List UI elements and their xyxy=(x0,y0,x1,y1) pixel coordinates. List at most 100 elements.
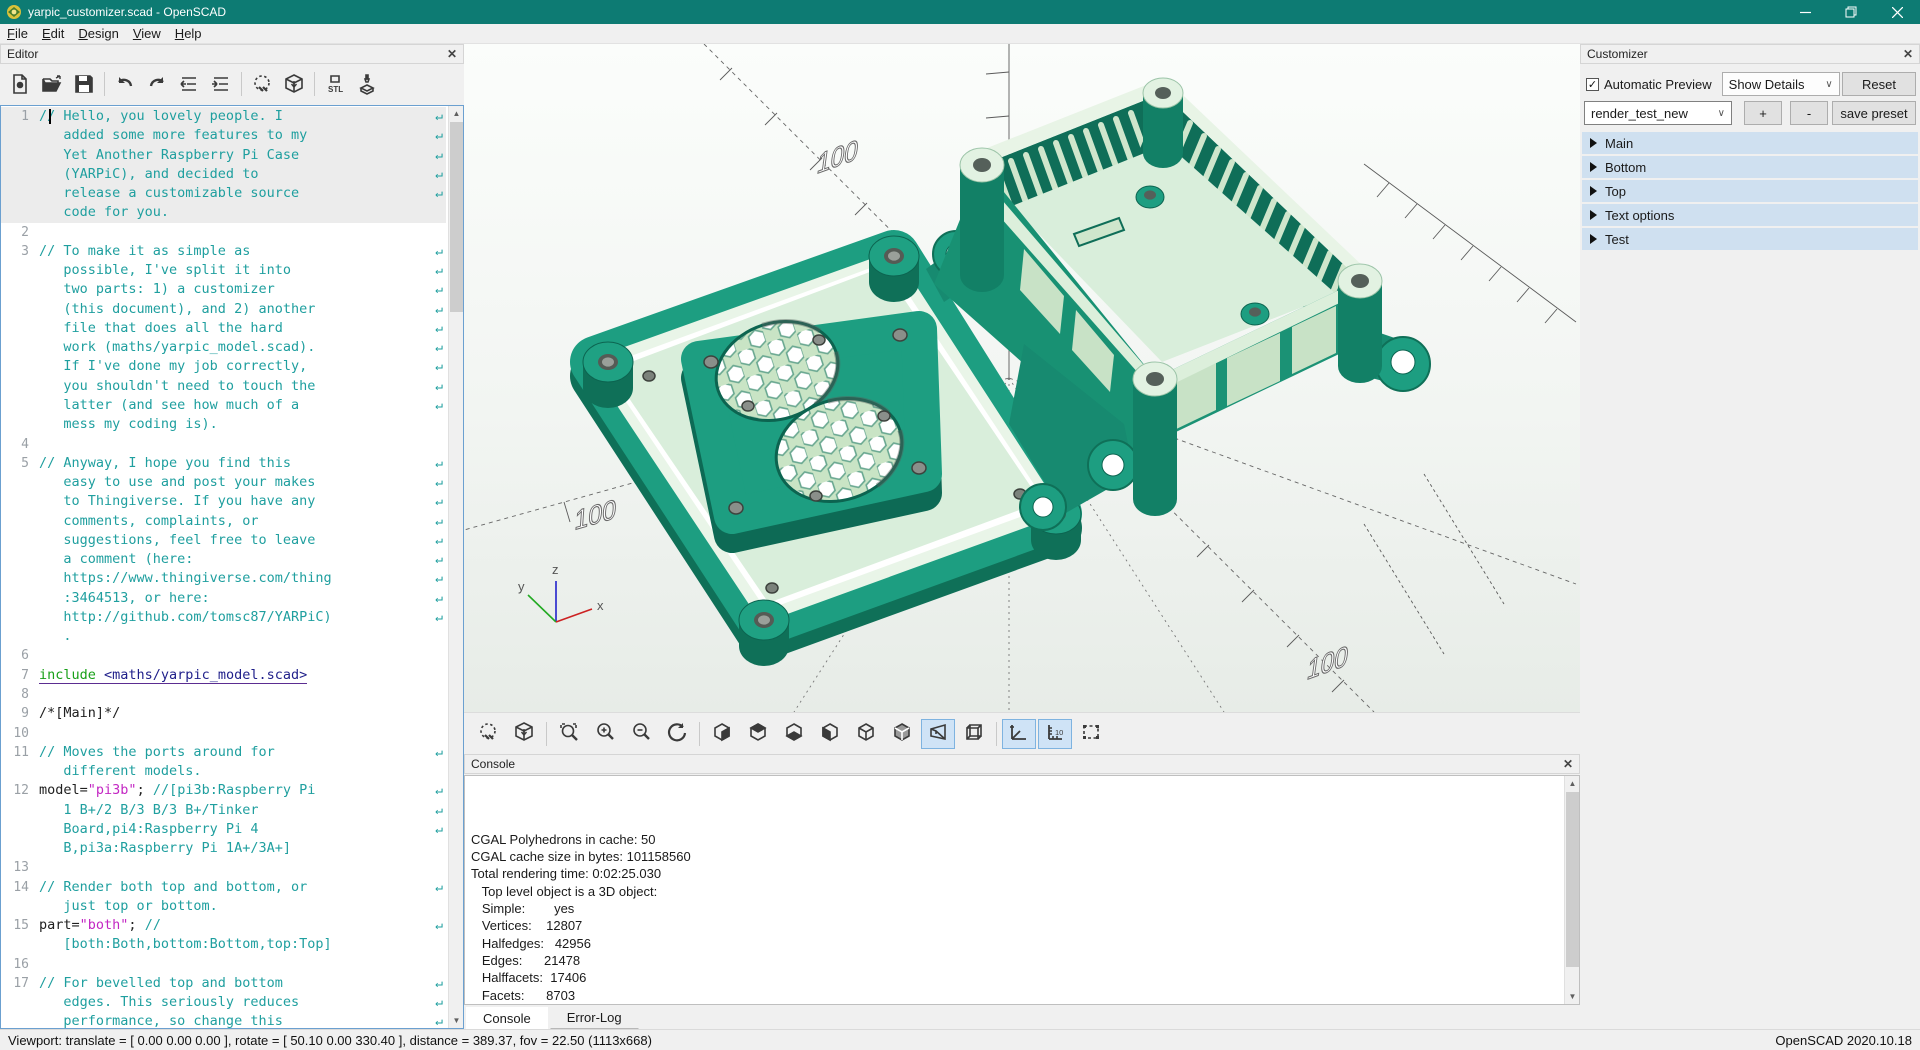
line-number: 1 xyxy=(1,107,39,126)
view-front-button[interactable] xyxy=(849,719,883,749)
show-axes-button[interactable] xyxy=(1002,719,1036,749)
menu-edit[interactable]: Edit xyxy=(35,24,71,43)
open-file-button[interactable] xyxy=(36,69,68,99)
zoom-in-button[interactable] xyxy=(588,719,622,749)
section-top[interactable]: Top xyxy=(1582,180,1918,202)
code-row: [both:Both,bottom:Bottom,top:Top] xyxy=(1,935,446,954)
3d-viewport[interactable]: 100 100 100 xyxy=(464,44,1580,712)
line-number: 5 xyxy=(1,454,39,473)
line-number xyxy=(1,512,39,531)
section-main[interactable]: Main xyxy=(1582,132,1918,154)
indent-button[interactable] xyxy=(205,69,237,99)
code-row: 14// Render both top and bottom, or↵ xyxy=(1,878,446,897)
console-title: Console xyxy=(471,757,515,771)
line-number xyxy=(1,319,39,338)
show-edges-button[interactable] xyxy=(1074,719,1108,749)
show-axes-icon xyxy=(1008,721,1030,746)
line-number xyxy=(1,993,39,1012)
perspective-button[interactable] xyxy=(921,719,955,749)
code-row: just top or bottom. xyxy=(1,897,446,916)
triangle-right-icon xyxy=(1590,162,1597,172)
zoom-out-button[interactable] xyxy=(624,719,658,749)
console-scroll-thumb[interactable] xyxy=(1566,792,1579,967)
view-left-button[interactable] xyxy=(813,719,847,749)
line-wrap-icon: ↵ xyxy=(435,242,443,261)
scroll-up-icon[interactable]: ▲ xyxy=(449,106,464,121)
console-close-icon[interactable]: ✕ xyxy=(1563,757,1573,771)
line-number xyxy=(1,608,39,627)
render-button[interactable] xyxy=(507,719,541,749)
tab-console[interactable]: Console xyxy=(466,1007,548,1029)
print-3d-button[interactable] xyxy=(351,69,383,99)
svg-text:10: 10 xyxy=(1055,728,1063,737)
code-row: If I've done my job correctly,↵ xyxy=(1,357,446,376)
title-bar: yarpic_customizer.scad - OpenSCAD xyxy=(0,0,1920,24)
preset-combobox[interactable]: render_test_new ∨ xyxy=(1584,101,1732,125)
redo-button[interactable] xyxy=(141,69,173,99)
scroll-down-icon[interactable]: ▼ xyxy=(1565,989,1580,1004)
line-number xyxy=(1,261,39,280)
editor-scrollbar[interactable]: ▲ ▼ xyxy=(448,106,463,1028)
show-scale-button[interactable]: 10 xyxy=(1038,719,1072,749)
menu-file[interactable]: File xyxy=(0,24,35,43)
view-right-button[interactable] xyxy=(705,719,739,749)
line-number xyxy=(1,473,39,492)
remove-preset-button[interactable]: - xyxy=(1790,101,1828,125)
code-row: added some more features to my↵ xyxy=(1,126,446,145)
zoom-all-button[interactable] xyxy=(552,719,586,749)
editor-close-icon[interactable]: ✕ xyxy=(447,47,457,61)
new-file-button[interactable] xyxy=(4,69,36,99)
scroll-down-icon[interactable]: ▼ xyxy=(449,1013,464,1028)
render-button[interactable] xyxy=(278,69,310,99)
line-wrap-icon: ↵ xyxy=(435,569,443,588)
line-wrap-icon: ↵ xyxy=(435,974,443,993)
line-number xyxy=(1,762,39,781)
reset-view-button[interactable] xyxy=(660,719,694,749)
console-line: CGAL Polyhedrons in cache: 50 xyxy=(471,831,1579,848)
code-row: (YARPiC), and decided to↵ xyxy=(1,165,446,184)
console-tabs: ConsoleError-Log xyxy=(464,1005,1580,1029)
code-row: to Thingiverse. If you have any↵ xyxy=(1,492,446,511)
menu-view[interactable]: View xyxy=(126,24,168,43)
line-number: 10 xyxy=(1,724,39,743)
show-details-dropdown[interactable]: Show Details ∨ xyxy=(1722,72,1840,96)
view-bottom-button[interactable] xyxy=(777,719,811,749)
editor-scroll-thumb[interactable] xyxy=(450,122,463,312)
restore-button[interactable] xyxy=(1828,0,1874,24)
reset-button[interactable]: Reset xyxy=(1842,72,1916,96)
line-wrap-icon: ↵ xyxy=(435,280,443,299)
line-number xyxy=(1,569,39,588)
code-row: 1 B+/2 B/3 B/3 B+/Tinker↵ xyxy=(1,801,446,820)
save-preset-button[interactable]: save preset xyxy=(1832,101,1916,125)
orthogonal-button[interactable] xyxy=(957,719,991,749)
section-bottom[interactable]: Bottom xyxy=(1582,156,1918,178)
menu-design[interactable]: Design xyxy=(71,24,125,43)
customizer-close-icon[interactable]: ✕ xyxy=(1903,47,1913,61)
close-button[interactable] xyxy=(1874,0,1920,24)
console-scrollbar[interactable]: ▲ ▼ xyxy=(1564,776,1579,1004)
add-preset-button[interactable]: + xyxy=(1744,101,1782,125)
export-stl-button[interactable]: STL xyxy=(319,69,351,99)
view-top-button[interactable] xyxy=(741,719,775,749)
orthogonal-icon xyxy=(963,721,985,746)
scroll-up-icon[interactable]: ▲ xyxy=(1565,776,1580,791)
perspective-icon xyxy=(927,721,949,746)
automatic-preview-checkbox[interactable]: ✓ xyxy=(1586,78,1599,91)
tab-error-log[interactable]: Error-Log xyxy=(550,1006,639,1029)
save-button[interactable] xyxy=(68,69,100,99)
unindent-button[interactable] xyxy=(173,69,205,99)
section-test[interactable]: Test xyxy=(1582,228,1918,250)
indent-icon xyxy=(210,73,232,95)
view-back-button[interactable] xyxy=(885,719,919,749)
section-text-options[interactable]: Text options xyxy=(1582,204,1918,226)
code-row: (this document), and 2) another↵ xyxy=(1,300,446,319)
undo-button[interactable] xyxy=(109,69,141,99)
preview-button[interactable] xyxy=(471,719,505,749)
minimize-button[interactable] xyxy=(1782,0,1828,24)
menu-help[interactable]: Help xyxy=(168,24,209,43)
line-number xyxy=(1,897,39,916)
line-wrap-icon: ↵ xyxy=(435,492,443,511)
console-line: Halfedges: 42956 xyxy=(471,935,1579,952)
code-editor[interactable]: 1// Hello, you lovely people. I↵ added s… xyxy=(0,105,464,1029)
preview-button[interactable] xyxy=(246,69,278,99)
